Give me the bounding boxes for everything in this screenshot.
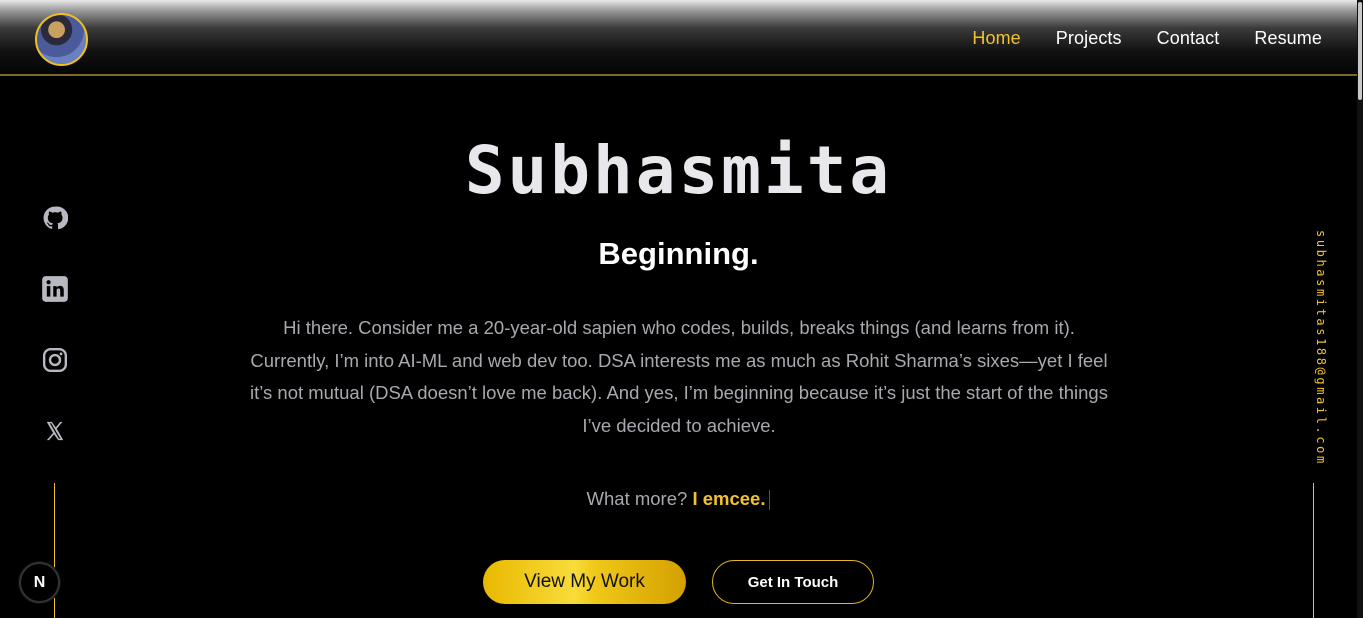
what-more-prefix: What more? bbox=[586, 488, 688, 509]
nav-link-home[interactable]: Home bbox=[972, 28, 1020, 49]
instagram-icon[interactable] bbox=[40, 347, 70, 373]
hero-tagline: Beginning. bbox=[598, 236, 759, 271]
nav-link-resume[interactable]: Resume bbox=[1254, 28, 1322, 49]
nav-link-projects[interactable]: Projects bbox=[1056, 28, 1122, 49]
scrollbar-thumb[interactable] bbox=[1358, 2, 1362, 100]
nav-links: Home Projects Contact Resume bbox=[972, 28, 1322, 49]
view-my-work-button[interactable]: View My Work bbox=[483, 560, 686, 604]
typed-text: I emcee. bbox=[692, 488, 766, 509]
scrollbar[interactable] bbox=[1357, 0, 1363, 618]
nextjs-dev-badge[interactable]: N bbox=[19, 562, 60, 603]
hero-bio: Hi there. Consider me a 20-year-old sapi… bbox=[250, 317, 1108, 436]
avatar[interactable] bbox=[35, 13, 88, 66]
x-icon[interactable] bbox=[40, 418, 70, 444]
what-more-line: What more? I emcee. bbox=[0, 488, 1357, 511]
navbar: Home Projects Contact Resume bbox=[0, 0, 1357, 76]
nav-link-contact[interactable]: Contact bbox=[1157, 28, 1220, 49]
get-in-touch-button[interactable]: Get In Touch bbox=[712, 560, 874, 604]
hero-name: Subhasmita bbox=[464, 132, 893, 209]
linkedin-icon[interactable] bbox=[40, 276, 70, 302]
typing-cursor bbox=[769, 490, 771, 511]
